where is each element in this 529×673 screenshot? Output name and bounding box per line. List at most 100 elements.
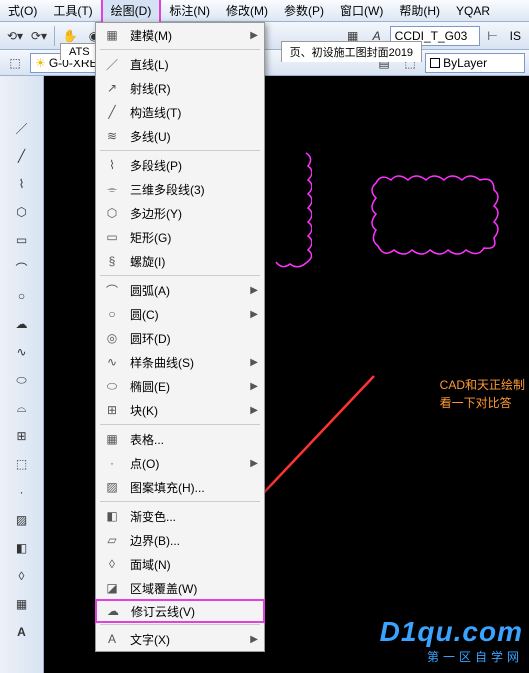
- menu-label: 图案填充(H)...: [130, 479, 258, 496]
- donut-icon: ◎: [102, 328, 122, 348]
- menu-item-revcloud[interactable]: ☁修订云线(V): [95, 599, 265, 623]
- menu-0[interactable]: 式(O): [0, 0, 45, 22]
- menubar: 式(O)工具(T)绘图(D)标注(N)修改(M)参数(P)窗口(W)帮助(H)Y…: [0, 0, 529, 22]
- menu-separator: [100, 424, 260, 425]
- menu-item-helix[interactable]: §螺旋(I): [96, 249, 264, 273]
- dim-icon[interactable]: ⊢: [482, 25, 504, 47]
- menu-label: 边界(B)...: [130, 532, 258, 549]
- polygon-icon[interactable]: ⬡: [10, 200, 34, 224]
- revcloud-icon[interactable]: ☁: [10, 312, 34, 336]
- menu-item-circle[interactable]: ○圆(C)▶: [96, 302, 264, 326]
- polygon-icon: ⬡: [102, 203, 122, 223]
- ellipse-icon: ⬭: [102, 376, 122, 396]
- point-icon[interactable]: ·: [10, 480, 34, 504]
- menu-label: 椭圆(E): [130, 378, 242, 395]
- menu-label: 渐变色...: [130, 508, 258, 525]
- rect-icon: ▭: [102, 227, 122, 247]
- gradient-icon[interactable]: ◧: [10, 536, 34, 560]
- menu-3[interactable]: 标注(N): [161, 0, 218, 22]
- menu-item-region[interactable]: ◊面域(N): [96, 552, 264, 576]
- menu-7[interactable]: 帮助(H): [391, 0, 448, 22]
- submenu-arrow-icon: ▶: [250, 634, 258, 645]
- menu-label: 三维多段线(3): [130, 181, 258, 198]
- ellipse-icon[interactable]: ⬭: [10, 368, 34, 392]
- menu-item-mline[interactable]: ≋ 多线(U): [96, 124, 264, 148]
- undo-dropdown-icon[interactable]: ⟲▾: [4, 25, 26, 47]
- menu-item-rect[interactable]: ▭ 矩形(G): [96, 225, 264, 249]
- bylayer-combo[interactable]: ByLayer: [425, 53, 525, 73]
- 3dpoly-icon: ⌯: [102, 179, 122, 199]
- insert-icon[interactable]: ⊞: [10, 424, 34, 448]
- tab-ats[interactable]: ATS: [60, 43, 99, 60]
- line-icon: ／: [102, 54, 122, 74]
- pline-icon: ⌇: [102, 155, 122, 175]
- xline-icon: ╱: [102, 102, 122, 122]
- menu-item-line[interactable]: ／ 直线(L): [96, 52, 264, 76]
- menu-label: 表格...: [130, 431, 258, 448]
- rect-icon[interactable]: ▭: [10, 228, 34, 252]
- draw-menu-dropdown: ▦建模(M)▶ ／ 直线(L) ↗射线(R)╱构造线(T)≋ 多线(U) ⌇ 多段线(P) ⌯…: [95, 22, 265, 652]
- menu-6[interactable]: 窗口(W): [332, 0, 391, 22]
- menu-label: 多线(U): [130, 128, 258, 145]
- layer-icon[interactable]: ⬚: [4, 52, 26, 74]
- menu-item-3dpoly[interactable]: ⌯ 三维多段线(3): [96, 177, 264, 201]
- menu-item-arc[interactable]: ⌒圆弧(A)▶: [96, 278, 264, 302]
- menu-5[interactable]: 参数(P): [276, 0, 332, 22]
- boundary-icon: ▱: [102, 530, 122, 550]
- ellipse-arc-icon[interactable]: ⌓: [10, 396, 34, 420]
- submenu-arrow-icon: ▶: [250, 30, 258, 41]
- menu-item-table[interactable]: ▦ 表格...: [96, 427, 264, 451]
- circle-icon[interactable]: ○: [10, 284, 34, 308]
- menu-item-point[interactable]: ·点(O)▶: [96, 451, 264, 475]
- menu-item-hatch[interactable]: ▨图案填充(H)...: [96, 475, 264, 499]
- menu-item-gradient[interactable]: ◧渐变色...: [96, 504, 264, 528]
- menu-label: 圆环(D): [130, 330, 258, 347]
- menu-label: 射线(R): [130, 80, 258, 97]
- tab-doc[interactable]: 页、初设施工图封面2019: [281, 41, 422, 62]
- submenu-arrow-icon: ▶: [250, 458, 258, 469]
- watermark: D1qu.com 第一区自学网: [380, 616, 523, 665]
- submenu-arrow-icon: ▶: [250, 357, 258, 368]
- submenu-arrow-icon: ▶: [250, 405, 258, 416]
- menu-item-boundary[interactable]: ▱ 边界(B)...: [96, 528, 264, 552]
- menu-label: 面域(N): [130, 556, 258, 573]
- menu-label: 直线(L): [130, 56, 258, 73]
- arc-icon[interactable]: ⌒: [10, 256, 34, 280]
- menu-label: 文字(X): [130, 631, 242, 648]
- annotation-text: CAD和天正绘制 看一下对比答: [440, 376, 525, 412]
- block-icon[interactable]: ⬚: [10, 452, 34, 476]
- menu-item-spline[interactable]: ∿样条曲线(S)▶: [96, 350, 264, 374]
- arc-icon: ⌒: [102, 280, 122, 300]
- region-icon[interactable]: ◊: [10, 564, 34, 588]
- pline-icon[interactable]: ⌇: [10, 172, 34, 196]
- menu-item-ray[interactable]: ↗射线(R): [96, 76, 264, 100]
- table-icon: ▦: [102, 429, 122, 449]
- menu-item-wipeout[interactable]: ◪区域覆盖(W): [96, 576, 264, 600]
- menu-label: 多段线(P): [130, 157, 258, 174]
- text-icon: A: [102, 629, 122, 649]
- submenu-arrow-icon: ▶: [250, 285, 258, 296]
- text-icon[interactable]: A: [10, 620, 34, 644]
- xline-icon[interactable]: ╱: [10, 144, 34, 168]
- menu-item-model[interactable]: ▦建模(M)▶: [96, 23, 264, 47]
- menu-8[interactable]: YQAR: [448, 1, 498, 21]
- menu-2[interactable]: 绘图(D): [101, 0, 162, 24]
- spline-icon[interactable]: ∿: [10, 340, 34, 364]
- line-icon[interactable]: ／: [10, 116, 34, 140]
- menu-label: 矩形(G): [130, 229, 258, 246]
- block-icon: ⊞: [102, 400, 122, 420]
- menu-item-donut[interactable]: ◎ 圆环(D): [96, 326, 264, 350]
- menu-item-pline[interactable]: ⌇ 多段线(P): [96, 153, 264, 177]
- menu-4[interactable]: 修改(M): [218, 0, 276, 22]
- menu-label: 多边形(Y): [130, 205, 258, 222]
- menu-item-block[interactable]: ⊞块(K)▶: [96, 398, 264, 422]
- menu-item-text[interactable]: A 文字(X) ▶: [96, 627, 264, 651]
- menu-item-xline[interactable]: ╱构造线(T): [96, 100, 264, 124]
- hatch-icon[interactable]: ▨: [10, 508, 34, 532]
- menu-item-polygon[interactable]: ⬡ 多边形(Y): [96, 201, 264, 225]
- mline-icon: ≋: [102, 126, 122, 146]
- menu-item-ellipse[interactable]: ⬭椭圆(E)▶: [96, 374, 264, 398]
- table-tool-icon[interactable]: ▦: [10, 592, 34, 616]
- redo-dropdown-icon[interactable]: ⟳▾: [28, 25, 50, 47]
- menu-1[interactable]: 工具(T): [45, 0, 100, 22]
